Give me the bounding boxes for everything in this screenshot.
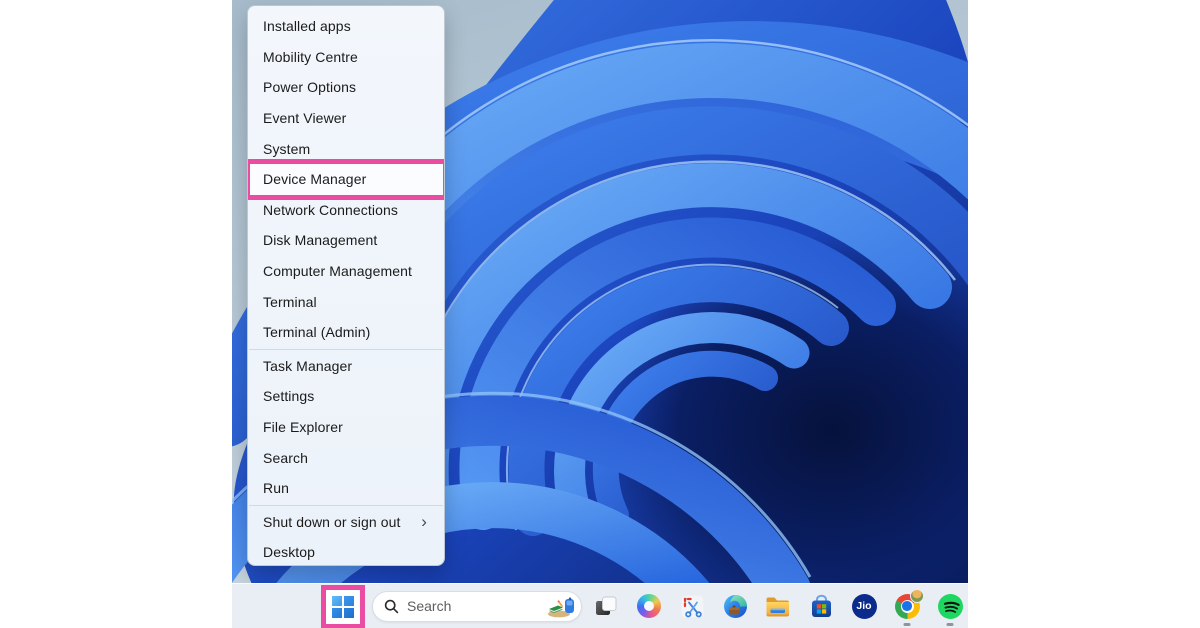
menu-item-desktop[interactable]: Desktop: [248, 537, 444, 566]
task-view-button[interactable]: [593, 593, 619, 619]
menu-item-terminal[interactable]: Terminal: [248, 286, 444, 317]
desktop-screenshot: Installed apps Mobility Centre Power Opt…: [232, 0, 968, 628]
search-daily-illustration-icon: [546, 593, 576, 619]
jio-button[interactable]: Jio: [851, 593, 877, 619]
start-button[interactable]: [326, 590, 360, 624]
microsoft-store-button[interactable]: [808, 593, 834, 619]
spotify-button[interactable]: [937, 593, 963, 619]
snipping-tool-icon: [680, 594, 705, 619]
menu-item-installed-apps[interactable]: Installed apps: [248, 11, 444, 42]
chrome-icon: [895, 594, 920, 619]
search-icon: [384, 599, 399, 614]
chevron-right-icon: ›: [421, 513, 427, 530]
taskbar-icon-row: Jio: [593, 593, 963, 619]
chrome-profile-avatar: [910, 589, 924, 603]
menu-item-system[interactable]: System: [248, 133, 444, 164]
menu-item-network-connections[interactable]: Network Connections: [248, 195, 444, 226]
menu-item-file-explorer[interactable]: File Explorer: [248, 412, 444, 443]
annotation-highlight-box-start-button: [321, 585, 365, 628]
menu-item-search[interactable]: Search: [248, 442, 444, 473]
search-input[interactable]: [407, 598, 546, 614]
taskbar: Jio: [232, 583, 968, 628]
menu-item-settings[interactable]: Settings: [248, 381, 444, 412]
menu-item-computer-management[interactable]: Computer Management: [248, 256, 444, 287]
menu-item-power-options[interactable]: Power Options: [248, 72, 444, 103]
copilot-button[interactable]: [636, 593, 662, 619]
jio-icon: Jio: [852, 594, 877, 619]
menu-item-run[interactable]: Run: [248, 473, 444, 504]
menu-item-shut-down-or-sign-out[interactable]: Shut down or sign out ›: [248, 507, 444, 538]
microsoft-store-icon: [809, 594, 834, 619]
file-explorer-button[interactable]: [765, 593, 791, 619]
taskbar-search-box[interactable]: [372, 591, 582, 622]
edge-button[interactable]: [722, 593, 748, 619]
edge-icon: [723, 594, 748, 619]
spotify-icon: [938, 594, 963, 619]
menu-separator: [249, 349, 443, 350]
running-indicator: [947, 623, 954, 626]
winx-context-menu: Installed apps Mobility Centre Power Opt…: [247, 5, 445, 566]
file-explorer-icon: [765, 595, 791, 618]
running-indicator: [904, 623, 911, 626]
menu-item-disk-management[interactable]: Disk Management: [248, 225, 444, 256]
menu-item-terminal-admin[interactable]: Terminal (Admin): [248, 317, 444, 348]
menu-separator: [249, 505, 443, 506]
windows-logo-icon: [332, 596, 354, 618]
chrome-button[interactable]: [894, 593, 920, 619]
menu-item-event-viewer[interactable]: Event Viewer: [248, 103, 444, 134]
menu-item-device-manager[interactable]: Device Manager: [248, 164, 444, 195]
task-view-icon: [594, 594, 618, 618]
snipping-tool-button[interactable]: [679, 593, 705, 619]
copilot-icon: [637, 594, 661, 618]
menu-item-task-manager[interactable]: Task Manager: [248, 351, 444, 382]
menu-item-mobility-centre[interactable]: Mobility Centre: [248, 42, 444, 73]
